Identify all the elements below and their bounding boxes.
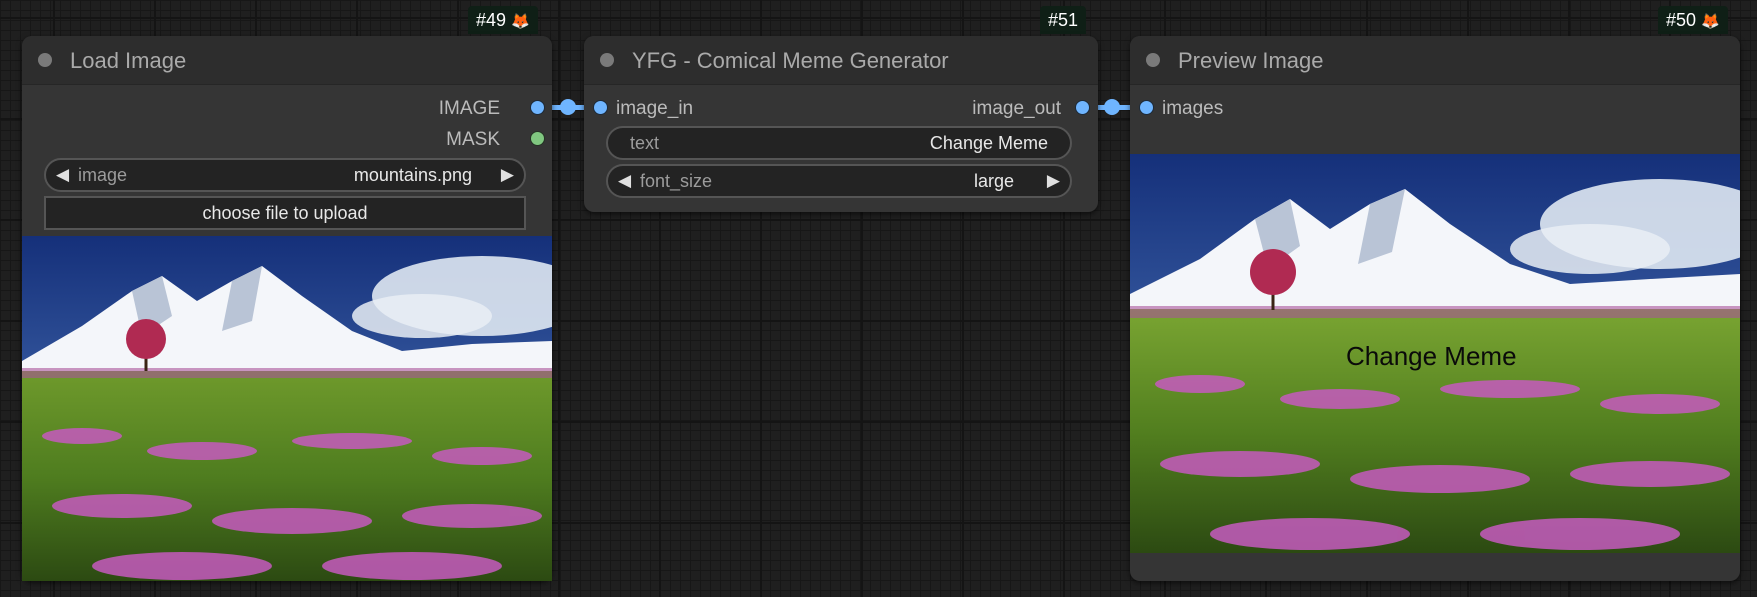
output-image-out-label: image_out — [972, 98, 1061, 119]
text-widget[interactable]: text Change Meme — [606, 126, 1072, 160]
output-mask-slot[interactable] — [530, 131, 545, 146]
widget-label: font_size — [640, 171, 713, 191]
node-title-bar[interactable]: Preview Image — [1130, 36, 1740, 85]
choose-file-button[interactable]: choose file to upload — [44, 196, 526, 230]
node-title-bar[interactable]: YFG - Comical Meme Generator — [584, 36, 1098, 85]
preview-image-node[interactable]: Preview Image images Change Meme — [1130, 36, 1740, 581]
widget-label: text — [630, 133, 660, 153]
node-id-badge-49: #49 🦊 — [468, 6, 538, 34]
collapse-dot-icon[interactable] — [38, 53, 52, 67]
image-combo-widget[interactable]: ◀ image mountains.png ▶ — [44, 158, 526, 192]
node-id-badge-51: #51 — [1040, 6, 1087, 34]
left-arrow-icon[interactable]: ◀ — [618, 166, 631, 196]
input-image-in-slot[interactable] — [593, 100, 608, 115]
loaded-image-preview — [22, 236, 552, 581]
widget-value: Change Meme — [929, 133, 1048, 153]
fox-icon: 🦊 — [511, 13, 530, 30]
output-image-slot[interactable] — [530, 100, 545, 115]
fox-icon: 🦊 — [1701, 13, 1720, 30]
collapse-dot-icon[interactable] — [1146, 53, 1160, 67]
input-images-label: images — [1162, 98, 1224, 119]
load-image-node[interactable]: Load Image IMAGE MASK ◀ image mountains.… — [22, 36, 552, 581]
collapse-dot-icon[interactable] — [600, 53, 614, 67]
link-midpoint-49-51[interactable] — [560, 99, 576, 115]
meme-generator-node[interactable]: YFG - Comical Meme Generator image_in im… — [584, 36, 1098, 212]
right-arrow-icon[interactable]: ▶ — [1047, 166, 1060, 196]
node-id-badge-50: #50 🦊 — [1658, 6, 1728, 34]
node-title: Load Image — [70, 48, 187, 73]
left-arrow-icon[interactable]: ◀ — [56, 160, 69, 190]
node-title: YFG - Comical Meme Generator — [632, 48, 949, 73]
widget-value: mountains.png — [353, 165, 472, 185]
input-images-slot[interactable] — [1139, 100, 1154, 115]
widget-value: large — [973, 171, 1014, 191]
output-mask-label: MASK — [446, 129, 500, 150]
output-image-label: IMAGE — [438, 98, 500, 119]
meme-overlay-text: Change Meme — [1346, 341, 1517, 371]
node-id-51: #51 — [1048, 10, 1079, 30]
link-midpoint-51-50[interactable] — [1104, 99, 1120, 115]
node-title-bar[interactable]: Load Image — [22, 36, 552, 85]
node-id-49: #49 — [476, 10, 507, 30]
output-image-out-slot[interactable] — [1075, 100, 1090, 115]
font-size-combo-widget[interactable]: ◀ font_size large ▶ — [606, 164, 1072, 198]
widget-label: image — [78, 165, 128, 185]
node-id-50: #50 — [1666, 10, 1697, 30]
node-title: Preview Image — [1178, 48, 1324, 73]
right-arrow-icon[interactable]: ▶ — [501, 160, 514, 190]
input-image-in-label: image_in — [616, 98, 694, 119]
